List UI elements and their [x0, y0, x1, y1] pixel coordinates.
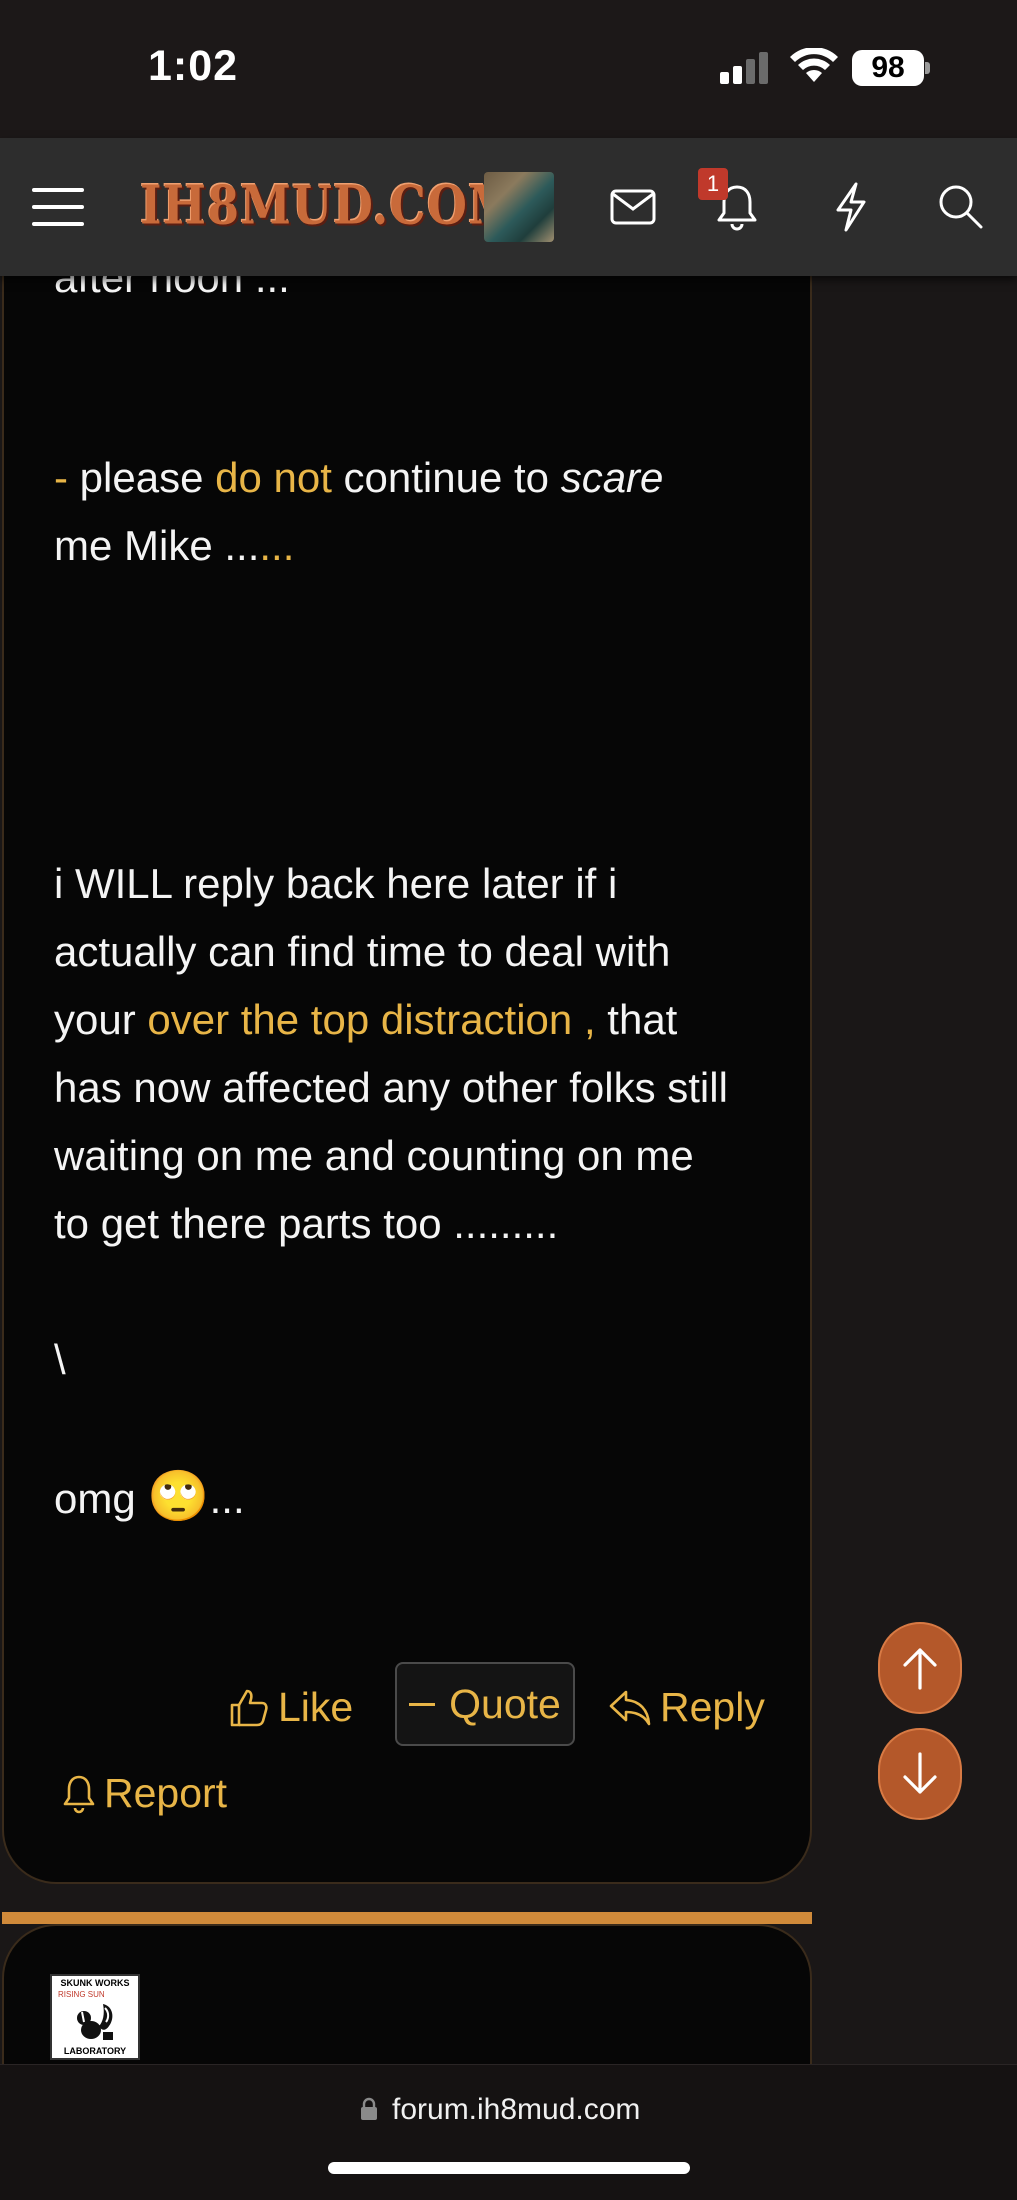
battery-cap	[925, 62, 930, 74]
search-icon	[939, 185, 983, 229]
post-backslash: \	[54, 1336, 66, 1383]
bolt-icon	[836, 182, 866, 232]
reply-arrow-icon	[609, 1690, 651, 1725]
text-segment: me Mike ...	[54, 522, 260, 569]
post-paragraph-2-line-1: i WILL reply back here later if i	[54, 860, 618, 907]
status-bar: 1:02 98	[0, 0, 1017, 138]
post-paragraph-2-line-2: actually can find time to deal with	[54, 928, 671, 975]
battery-indicator: 98	[852, 50, 924, 86]
mail-icon	[610, 189, 656, 225]
arrow-down-icon	[903, 1752, 937, 1794]
avatar-title-text: SKUNK WORKS	[60, 1978, 130, 1988]
post-paragraph-2-line-5: waiting on me and counting on me	[54, 1132, 694, 1179]
text-segment: ...	[209, 1475, 245, 1522]
home-indicator[interactable]	[328, 2162, 690, 2174]
bell-icon	[63, 1775, 95, 1813]
post-paragraph-1-line-2: me Mike ......	[54, 512, 294, 580]
report-label: Report	[104, 1770, 228, 1816]
text-segment: that	[595, 996, 678, 1043]
post-card: after noon ... - please do not continue …	[2, 150, 812, 1884]
next-post-author-avatar[interactable]: SKUNK WORKS RISING SUN LABORATORY	[50, 1974, 140, 2060]
menu-button[interactable]	[30, 182, 86, 232]
minus-icon	[409, 1702, 436, 1706]
quote-button[interactable]: Quote	[395, 1662, 575, 1746]
url-text: forum.ih8mud.com	[392, 2093, 641, 2126]
reply-label: Reply	[660, 1684, 765, 1730]
post-separator	[2, 1912, 812, 1924]
highlight-text: do not	[215, 454, 332, 501]
cellular-signal-icon	[720, 52, 772, 84]
post-paragraph-2-line-4: has now affected any other folks still	[54, 1064, 728, 1111]
avatar-footer-text: LABORATORY	[63, 2045, 127, 2056]
text-segment: continue to	[331, 454, 561, 501]
menu-icon	[32, 188, 84, 226]
site-logo[interactable]: IH8MUD.COM	[140, 174, 520, 236]
top-navbar: IH8MUD.COM 1	[0, 138, 1017, 276]
scroll-bottom-button[interactable]	[878, 1728, 962, 1820]
eye-roll-emoji-icon: 🙄	[147, 1468, 210, 1524]
notification-badge: 1	[698, 168, 728, 200]
avatar-subtitle-text: RISING SUN	[58, 1989, 105, 1999]
report-button[interactable]: Report	[62, 1770, 227, 1817]
wifi-icon	[790, 48, 838, 82]
search-button[interactable]	[934, 180, 986, 232]
inbox-button[interactable]	[608, 182, 658, 232]
post-omg-line: omg 🙄...	[54, 1462, 245, 1533]
emphasis-text: scare	[560, 454, 664, 501]
lock-icon	[361, 2097, 377, 2120]
skunk-icon	[73, 2000, 117, 2044]
highlight-text: ...	[259, 522, 295, 569]
post-paragraph-1: - please do not continue to scare	[54, 444, 663, 512]
text-segment: your	[54, 996, 148, 1043]
reply-button[interactable]: Reply	[608, 1684, 765, 1731]
user-avatar[interactable]	[484, 172, 554, 242]
highlight-text: over the top distraction ,	[147, 996, 596, 1043]
like-button[interactable]: Like	[228, 1684, 353, 1731]
browser-url-bar[interactable]: forum.ih8mud.com	[0, 2064, 1017, 2200]
dash-text: -	[54, 454, 80, 501]
whats-new-button[interactable]	[826, 180, 876, 234]
text-segment: please	[79, 454, 216, 501]
arrow-up-icon	[903, 1648, 937, 1690]
like-label: Like	[278, 1684, 354, 1730]
text-segment: omg	[54, 1475, 148, 1522]
clock: 1:02	[148, 42, 239, 90]
post-paragraph-2-line-3: your over the top distraction , that	[54, 986, 677, 1054]
scroll-top-button[interactable]	[878, 1622, 962, 1714]
thumbs-up-icon	[230, 1689, 268, 1726]
quote-label: Quote	[449, 1680, 561, 1727]
post-paragraph-2-line-6: to get there parts too .........	[54, 1200, 559, 1247]
